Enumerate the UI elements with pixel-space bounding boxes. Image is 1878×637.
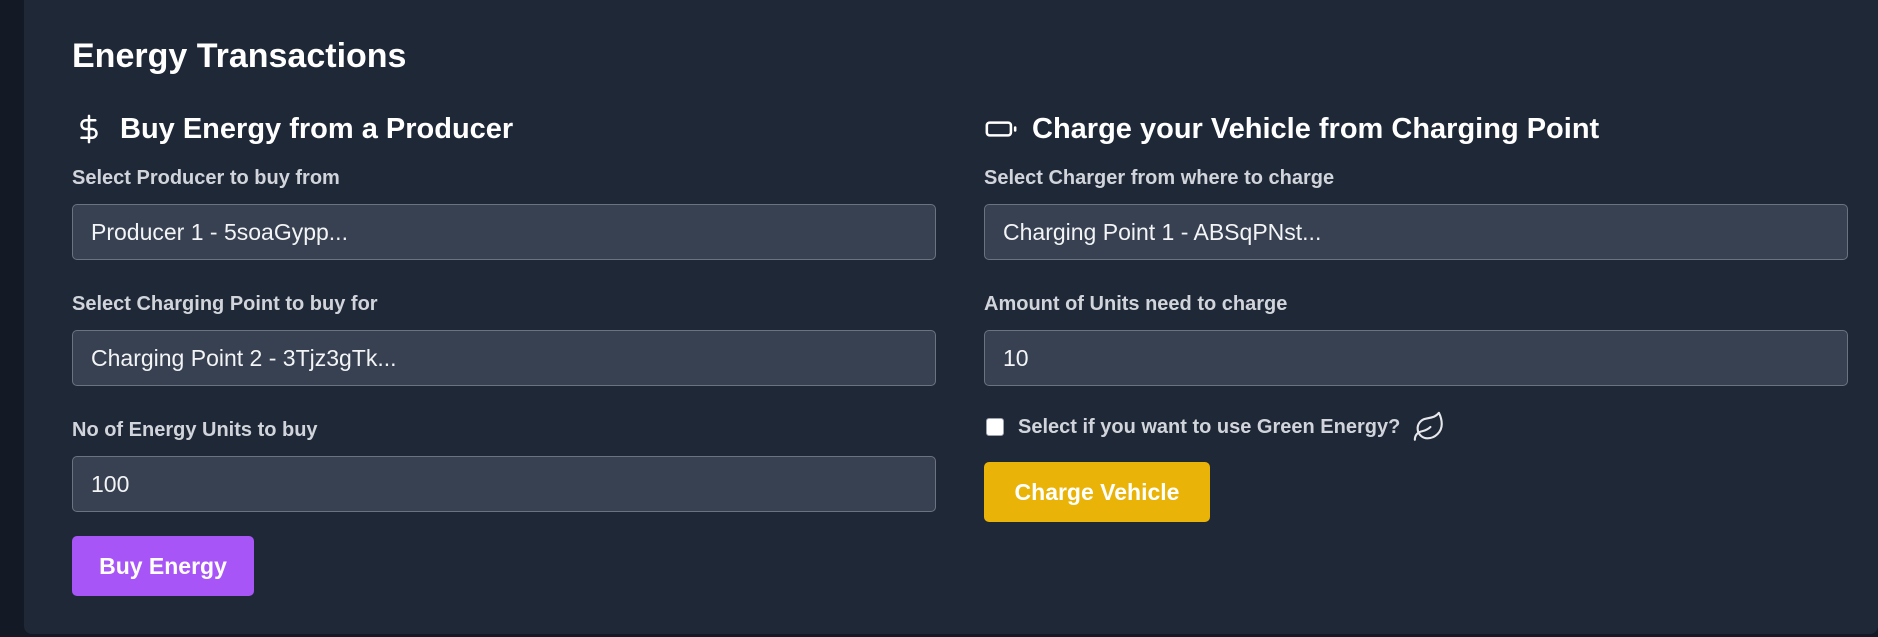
- producer-label: Select Producer to buy from: [72, 167, 340, 189]
- producer-select[interactable]: Producer 1 - 5soaGypp...: [72, 204, 936, 260]
- charge-units-input[interactable]: [984, 330, 1848, 386]
- units-to-buy-input[interactable]: [72, 456, 936, 512]
- page-title: Energy Transactions: [72, 37, 407, 75]
- buy-energy-button[interactable]: Buy Energy: [72, 536, 254, 596]
- charger-label: Select Charger from where to charge: [984, 167, 1335, 189]
- charge-vehicle-section: Charge your Vehicle from Charging Point …: [984, 108, 1848, 522]
- dollar-icon: [72, 112, 106, 146]
- buy-energy-heading-text: Buy Energy from a Producer: [120, 112, 514, 145]
- battery-icon: [984, 112, 1018, 146]
- units-to-buy-label: No of Energy Units to buy: [72, 419, 318, 441]
- green-energy-checkbox[interactable]: [986, 418, 1004, 436]
- green-energy-label: Select if you want to use Green Energy?: [1018, 415, 1401, 438]
- charge-vehicle-button[interactable]: Charge Vehicle: [984, 462, 1210, 522]
- buy-energy-section: Buy Energy from a Producer Select Produc…: [72, 108, 936, 596]
- charging-point-label: Select Charging Point to buy for: [72, 293, 378, 315]
- green-energy-option: Select if you want to use Green Energy?: [984, 410, 1848, 444]
- charger-select[interactable]: Charging Point 1 - ABSqPNst...: [984, 204, 1848, 260]
- leaf-icon: [1412, 410, 1446, 444]
- charge-vehicle-heading-text: Charge your Vehicle from Charging Point: [1032, 112, 1600, 145]
- charge-vehicle-heading: Charge your Vehicle from Charging Point: [984, 108, 1848, 150]
- charge-units-label: Amount of Units need to charge: [984, 293, 1288, 315]
- buy-energy-heading: Buy Energy from a Producer: [72, 108, 936, 150]
- charging-point-select[interactable]: Charging Point 2 - 3Tjz3gTk...: [72, 330, 936, 386]
